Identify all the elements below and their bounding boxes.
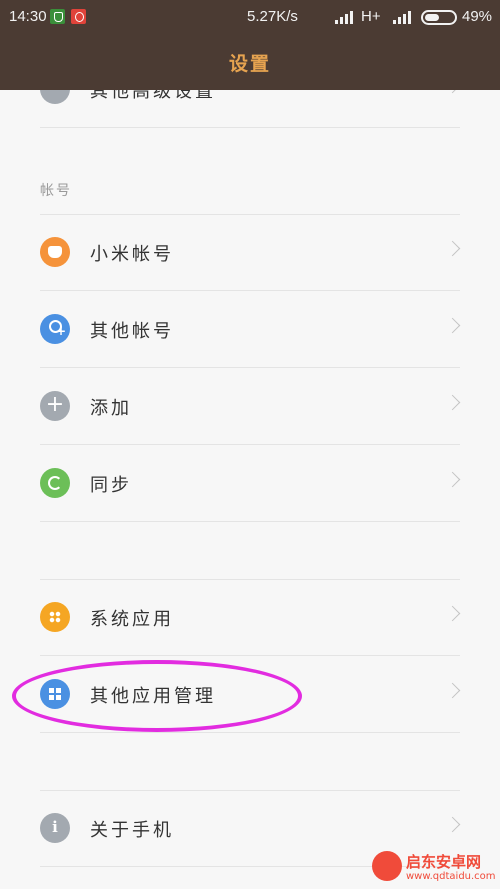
signal-icon-2 xyxy=(393,10,413,24)
add-account-label: 添加 xyxy=(90,398,132,419)
network-speed: 5.27K/s xyxy=(247,8,298,25)
highlight-ellipse-annotation xyxy=(12,660,302,732)
sync-label: 同步 xyxy=(90,475,132,496)
sync-icon xyxy=(40,468,70,498)
list-item-system-apps[interactable]: 系统应用 xyxy=(40,580,461,656)
accounts-section-header: 帐号 xyxy=(40,183,72,199)
list-item-sync[interactable]: 同步 xyxy=(40,446,461,522)
list-item-mi-account[interactable]: 小米帐号 xyxy=(40,215,461,291)
system-apps-icon xyxy=(40,602,70,632)
signal-icon xyxy=(335,10,355,24)
watermark: 启东安卓网 www.qdtaidu.com xyxy=(372,851,498,887)
watermark-name: 启东安卓网 xyxy=(406,853,482,871)
battery-icon xyxy=(421,10,457,25)
advanced-settings-item[interactable]: 其他高级设置 xyxy=(40,90,461,128)
chevron-right-icon xyxy=(444,816,461,833)
info-icon xyxy=(40,813,70,843)
other-accounts-label: 其他帐号 xyxy=(90,321,174,342)
chevron-right-icon xyxy=(444,90,461,94)
system-apps-label: 系统应用 xyxy=(90,609,174,630)
mi-account-icon xyxy=(40,237,70,267)
network-type: H+ xyxy=(361,8,381,25)
settings-list[interactable]: 其他高级设置 帐号 小米帐号 其他帐号 添加 同步 系统应用 其他应用管理 xyxy=(0,90,500,889)
advanced-settings-icon xyxy=(40,90,70,104)
chevron-right-icon xyxy=(444,605,461,622)
about-phone-label: 关于手机 xyxy=(90,820,174,841)
title-bar: 设置 xyxy=(0,34,500,90)
other-account-icon xyxy=(40,314,70,344)
list-item-add-account[interactable]: 添加 xyxy=(40,369,461,445)
add-icon xyxy=(40,391,70,421)
mi-account-label: 小米帐号 xyxy=(90,244,174,265)
watermark-url: www.qdtaidu.com xyxy=(406,871,496,882)
chevron-right-icon xyxy=(444,317,461,334)
chevron-right-icon xyxy=(444,682,461,699)
chevron-right-icon xyxy=(444,240,461,257)
status-time: 14:30 xyxy=(9,8,47,25)
security-shield-icon xyxy=(50,9,65,24)
chevron-right-icon xyxy=(444,471,461,488)
chevron-right-icon xyxy=(444,394,461,411)
status-bar: 14:30 5.27K/s H+ 49% xyxy=(0,0,500,34)
notification-drop-icon xyxy=(71,9,86,24)
list-item-other-accounts[interactable]: 其他帐号 xyxy=(40,292,461,368)
watermark-logo-icon xyxy=(372,851,402,881)
battery-percent: 49% xyxy=(462,8,493,25)
page-title: 设置 xyxy=(228,53,271,75)
advanced-settings-label: 其他高级设置 xyxy=(90,90,216,102)
